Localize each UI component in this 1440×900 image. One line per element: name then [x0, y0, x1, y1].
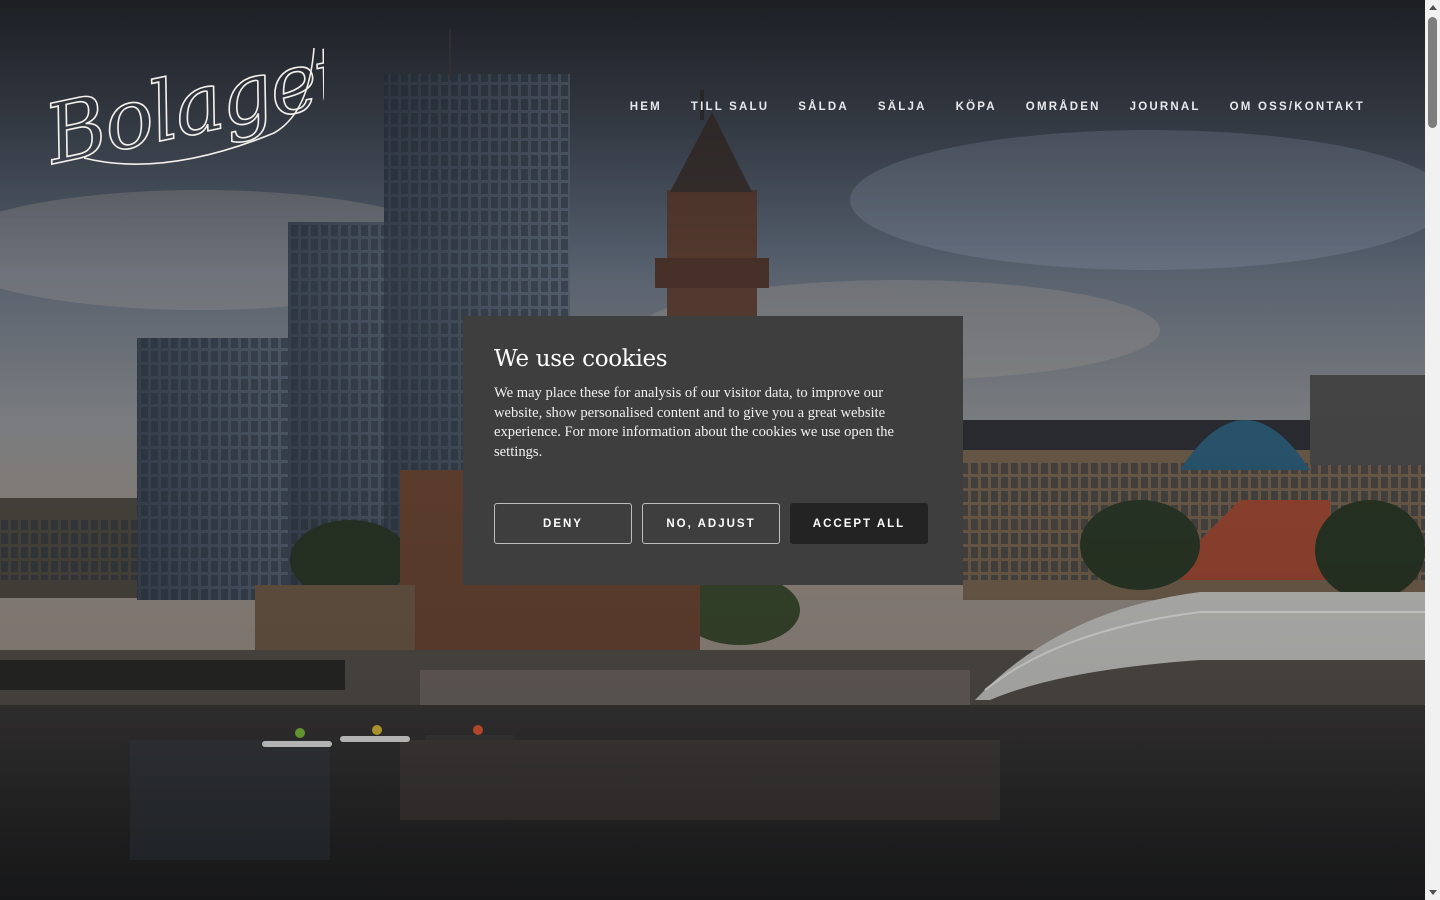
deny-button[interactable]: DENY	[494, 503, 632, 544]
nav-item-om-oss-kontakt[interactable]: OM OSS/KONTAKT	[1230, 101, 1365, 113]
adjust-settings-button[interactable]: NO, ADJUST	[642, 503, 780, 544]
accept-all-button[interactable]: ACCEPT ALL	[790, 503, 928, 544]
page-viewport: Bolaget HEM TILL SALU SÅLDA SÄLJA KÖPA O…	[0, 0, 1425, 900]
cookie-consent-dialog: We use cookies We may place these for an…	[463, 316, 963, 585]
cookie-dialog-title: We use cookies	[494, 346, 668, 372]
nav-item-hem[interactable]: HEM	[630, 101, 662, 113]
nav-item-salda[interactable]: SÅLDA	[798, 101, 849, 113]
nav-item-salja[interactable]: SÄLJA	[878, 101, 927, 113]
nav-item-omraden[interactable]: OMRÅDEN	[1026, 101, 1101, 113]
bolaget-logo[interactable]: Bolaget	[44, 28, 324, 178]
cookie-dialog-description: We may place these for analysis of our v…	[494, 385, 894, 460]
nav-item-kopa[interactable]: KÖPA	[956, 101, 997, 113]
scrollbar-thumb[interactable]	[1428, 17, 1437, 128]
scroll-down-arrow-icon[interactable]	[1429, 890, 1437, 895]
main-navigation: HEM TILL SALU SÅLDA SÄLJA KÖPA OMRÅDEN J…	[630, 101, 1365, 113]
scroll-up-arrow-icon[interactable]	[1429, 5, 1437, 10]
logo-wordmark: Bolaget	[44, 28, 324, 178]
page-scrollbar[interactable]	[1425, 0, 1440, 900]
cookie-dialog-actions: DENY NO, ADJUST ACCEPT ALL	[494, 503, 928, 544]
nav-item-journal[interactable]: JOURNAL	[1130, 101, 1201, 113]
nav-item-till-salu[interactable]: TILL SALU	[691, 101, 769, 113]
